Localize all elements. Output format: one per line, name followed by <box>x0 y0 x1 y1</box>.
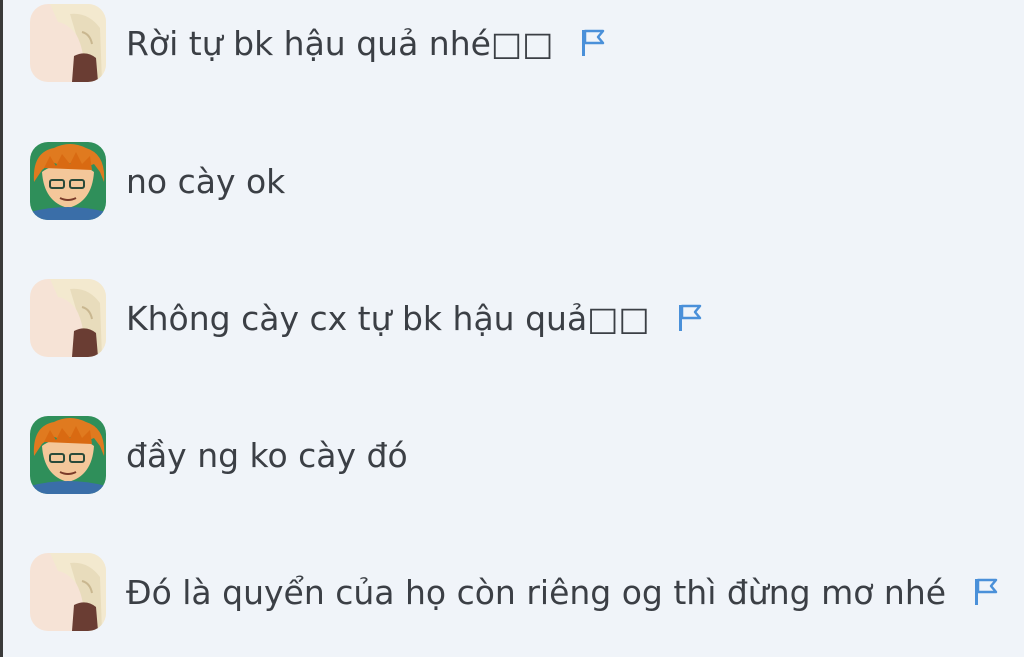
message-row: Đó là quyển của họ còn riêng og thì đừng… <box>30 552 1000 632</box>
message-text: Không cày cx tự bk hậu quả□□ <box>126 298 650 338</box>
blonde-girl-avatar[interactable] <box>30 4 106 82</box>
message-text: Đó là quyển của họ còn riêng og thì đừng… <box>126 572 947 612</box>
blonde-girl-avatar[interactable] <box>30 553 106 631</box>
message-row: Không cày cx tự bk hậu quả□□ <box>30 278 704 358</box>
message-row: Rời tự bk hậu quả nhé□□ <box>30 3 607 83</box>
chat-message-list: Rời tự bk hậu quả nhé□□ no cày ok Không … <box>0 0 1024 657</box>
message-text: no cày ok <box>126 161 286 201</box>
message-text: Rời tự bk hậu quả nhé□□ <box>126 23 554 63</box>
flag-icon[interactable] <box>972 577 1000 607</box>
flag-icon[interactable] <box>579 28 607 58</box>
orange-hair-boy-avatar[interactable] <box>30 142 106 220</box>
message-row: no cày ok <box>30 141 285 221</box>
blonde-girl-avatar[interactable] <box>30 279 106 357</box>
message-row: đầy ng ko cày đó <box>30 415 408 495</box>
orange-hair-boy-avatar[interactable] <box>30 416 106 494</box>
flag-icon[interactable] <box>676 303 704 333</box>
message-text: đầy ng ko cày đó <box>126 435 408 475</box>
